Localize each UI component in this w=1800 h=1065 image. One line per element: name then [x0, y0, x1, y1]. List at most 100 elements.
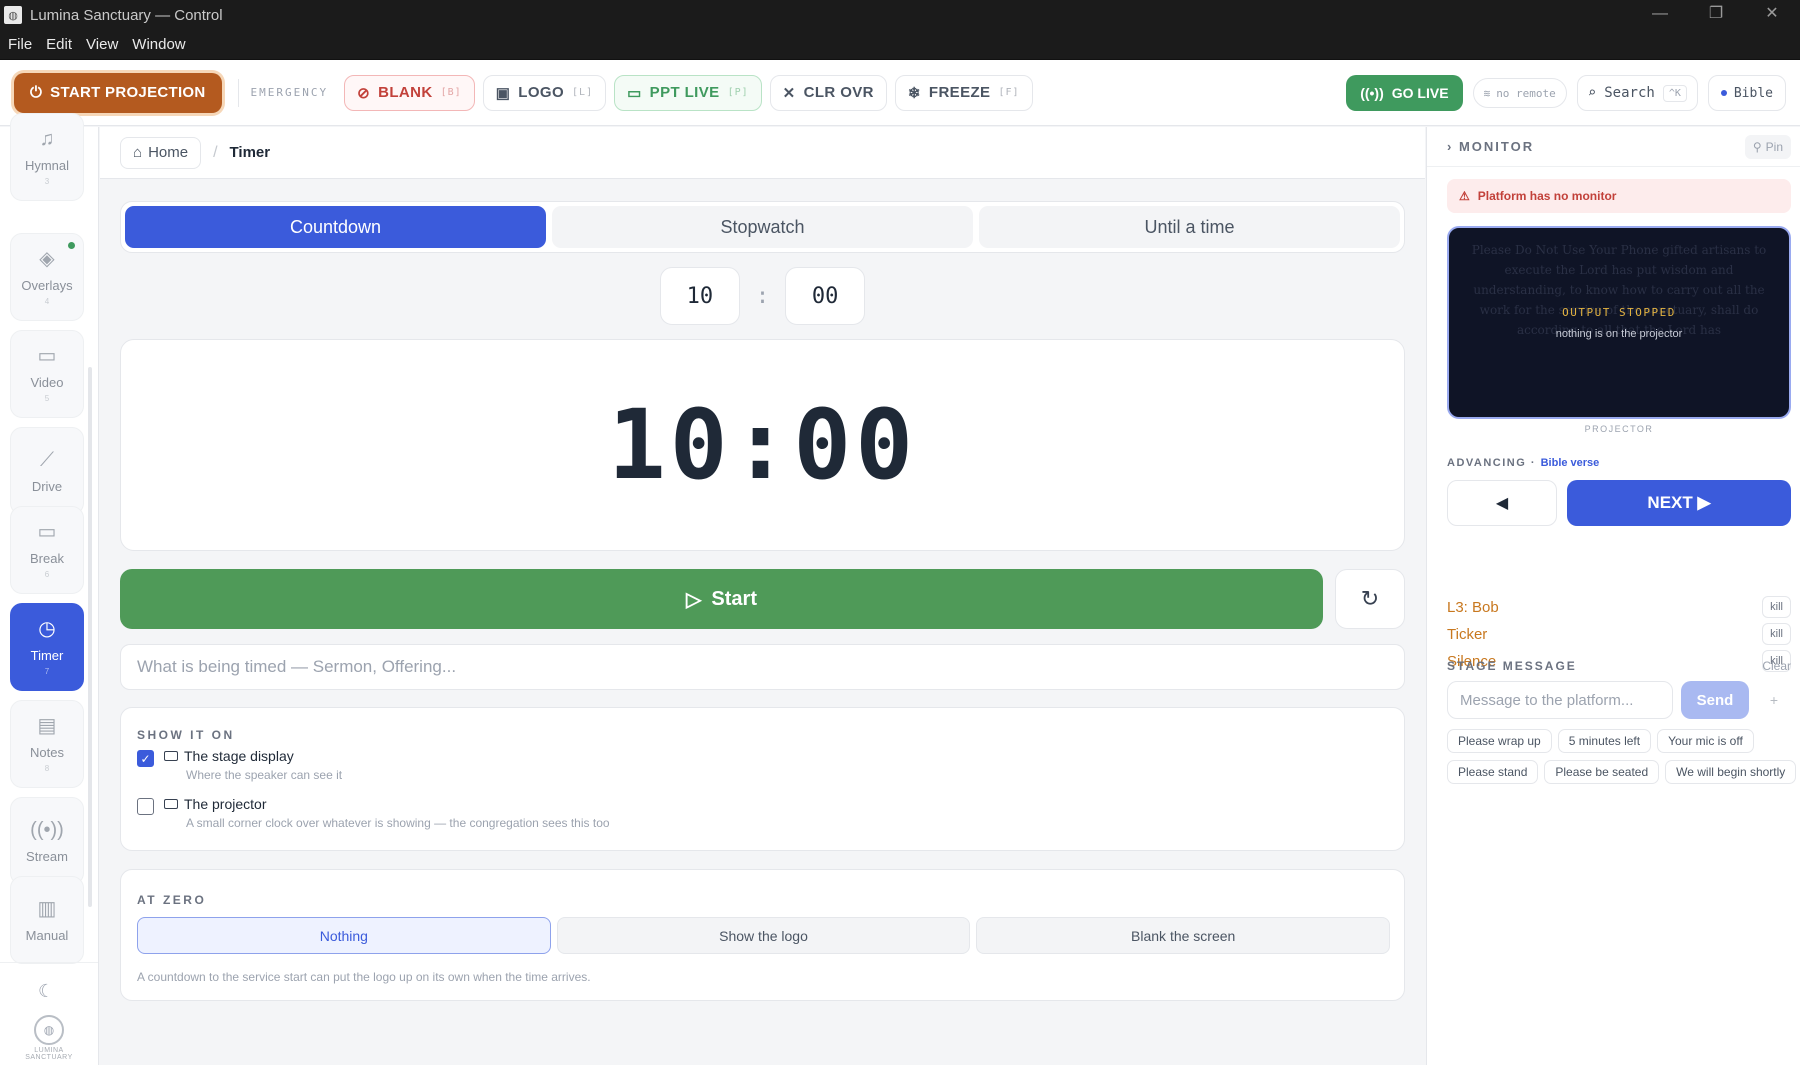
page-title: Timer [229, 144, 271, 161]
menu-edit[interactable]: Edit [46, 36, 72, 53]
sidebar-item-overlays[interactable]: ◈ Overlays 4 [10, 233, 84, 321]
search-label: Search [1604, 85, 1655, 101]
preset-chip[interactable]: Please wrap up [1447, 729, 1552, 753]
start-button[interactable]: ▷ Start [120, 569, 1323, 629]
bible-button[interactable]: Bible [1707, 75, 1786, 111]
sidebar-item-label: Break [30, 551, 64, 566]
stage-display-label: The stage display [184, 748, 294, 764]
search-button[interactable]: ⌕ Search ^K [1576, 75, 1698, 111]
clear-button[interactable]: Clear [1762, 659, 1791, 673]
search-icon: ⌕ [1587, 85, 1597, 101]
blank-shortcut: [B] [440, 87, 462, 98]
ppt-live-label: PPT LIVE [649, 84, 720, 101]
tab-countdown[interactable]: Countdown [125, 206, 546, 248]
sidebar-scrollbar[interactable] [88, 367, 92, 907]
home-button[interactable]: ⌂ Home [120, 136, 202, 169]
projector-caption: PROJECTOR [1584, 424, 1654, 434]
add-preset-button[interactable]: + [1757, 681, 1791, 719]
clear-overlays-button[interactable]: ✕ CLR OVR [769, 74, 887, 111]
freeze-button[interactable]: ❄ FREEZE [F] [894, 74, 1033, 111]
projector-desc: A small corner clock over whatever is sh… [186, 816, 610, 830]
warning-icon: ⚠ [1459, 189, 1470, 203]
sidebar-item-break[interactable]: ▭ Break 6 [10, 506, 84, 594]
maximize-icon[interactable]: ❐ [1688, 0, 1744, 30]
timer-label-input[interactable] [120, 644, 1405, 690]
sidebar-item-timer[interactable]: ◷ Timer 7 [10, 603, 84, 691]
toolbar-right: ((•)) GO LIVE ≋ no remote ⌕ Search ^K Bi… [1346, 60, 1786, 126]
go-live-button[interactable]: ((•)) GO LIVE [1346, 75, 1463, 111]
send-button[interactable]: Send [1681, 681, 1749, 719]
tab-stopwatch[interactable]: Stopwatch [552, 206, 973, 248]
menu-view[interactable]: View [86, 36, 118, 53]
tab-until-a-time[interactable]: Until a time [979, 206, 1400, 248]
sidebar-item-manual[interactable]: ▥ Manual [10, 876, 84, 964]
sidebar-item-label: Manual [25, 927, 69, 943]
close-icon[interactable]: ✕ [1744, 0, 1800, 30]
at-zero-title: AT ZERO [137, 893, 207, 907]
prev-button[interactable]: ◀ [1447, 480, 1557, 526]
blank-label: BLANK [378, 84, 433, 101]
moon-icon[interactable]: ☾ [38, 981, 54, 1002]
start-projection-button[interactable]: ⏻ START PROJECTION [14, 72, 222, 113]
timer-display: 10:00 [120, 339, 1405, 551]
kill-button[interactable]: kill [1762, 623, 1791, 645]
monitor-icon [164, 751, 178, 761]
kill-button[interactable]: kill [1762, 596, 1791, 618]
minutes-field[interactable]: 10 [659, 267, 740, 325]
sidebar-item-notes[interactable]: ▤ Notes 8 [10, 700, 84, 788]
preset-chip[interactable]: Please be seated [1544, 760, 1660, 784]
main-content: ⌂ Home / Timer Countdown Stopwatch Until… [100, 127, 1425, 1065]
remote-status[interactable]: ≋ no remote [1472, 78, 1567, 108]
output-status-sub: nothing is on the projector [1555, 328, 1683, 340]
status-dot [1720, 90, 1727, 96]
seconds-field[interactable]: 00 [785, 267, 866, 325]
broadcast-icon: ((•)) [30, 818, 64, 841]
menu-file[interactable]: File [8, 36, 32, 53]
reset-button[interactable]: ↻ [1335, 569, 1405, 629]
sidebar-item-video[interactable]: ▭ Video 5 [10, 330, 84, 418]
ppt-live-shortcut: [P] [727, 87, 749, 98]
projector-checkbox[interactable] [137, 798, 154, 815]
preset-chip[interactable]: Your mic is off [1657, 729, 1754, 753]
stage-message-title: STAGE MESSAGE [1447, 659, 1577, 673]
at-zero-show-logo[interactable]: Show the logo [556, 917, 971, 954]
stage-message-input[interactable] [1447, 681, 1673, 719]
logo-button[interactable]: ▣ LOGO [L] [482, 74, 607, 111]
minimize-icon[interactable]: — [1632, 0, 1688, 30]
stage-display-checkbox[interactable]: ✓ [137, 750, 154, 767]
broadcast-icon: ((•)) [1360, 85, 1384, 101]
time-inputs: 10 : 00 [100, 267, 1425, 325]
preset-chip[interactable]: We will begin shortly [1665, 760, 1797, 784]
projector-label: The projector [184, 796, 267, 812]
blank-button[interactable]: ⊘ BLANK [B] [344, 74, 475, 111]
pin-button[interactable]: ⚲ Pin [1744, 135, 1791, 159]
preset-chip[interactable]: 5 minutes left [1557, 729, 1652, 753]
monitor-panel: › MONITOR ⚲ Pin ⚠ Platform has no monito… [1426, 127, 1800, 1065]
at-zero-nothing[interactable]: Nothing [137, 917, 551, 954]
sidebar-item-shortcut: 7 [44, 667, 50, 676]
at-zero-blank-screen[interactable]: Blank the screen [976, 917, 1391, 954]
preview-background-text: Please Do Not Use Your Phone gifted arti… [1471, 243, 1767, 337]
snowflake-icon: ❄ [907, 84, 921, 102]
option-projector[interactable]: The projector A small corner clock over … [137, 796, 610, 830]
menu-window[interactable]: Window [132, 36, 185, 53]
option-stage-display[interactable]: ✓ The stage display Where the speaker ca… [137, 748, 342, 782]
next-button[interactable]: NEXT ▶ [1567, 480, 1791, 526]
home-icon: ⌂ [133, 144, 143, 161]
monitor-icon: ▭ [37, 521, 57, 543]
ppt-live-button[interactable]: ▭ PPT LIVE [P] [614, 74, 762, 111]
image-icon: ▣ [495, 84, 511, 102]
layer-row-ticker: Ticker kill [1447, 622, 1791, 646]
title-bar: ◍ Lumina Sanctuary — Control — ❐ ✕ [0, 0, 1800, 30]
monitor-title[interactable]: › MONITOR [1447, 139, 1534, 154]
sidebar-item-label: Stream [26, 848, 68, 864]
window-controls: — ❐ ✕ [1632, 0, 1800, 30]
lumina-logo: ◍ [34, 1015, 64, 1045]
preset-chip[interactable]: Please stand [1447, 760, 1539, 784]
projector-preview[interactable]: Please Do Not Use Your Phone gifted arti… [1447, 226, 1791, 419]
sidebar-item-label: Timer [30, 648, 64, 663]
sidebar-item-hymnal[interactable]: ♫ Hymnal 3 [10, 113, 84, 201]
toolbar-divider [237, 78, 239, 107]
sidebar-item-stream[interactable]: ((•)) Stream [10, 797, 84, 885]
sidebar-item-drive[interactable]: ⟋ Drive [10, 427, 84, 515]
